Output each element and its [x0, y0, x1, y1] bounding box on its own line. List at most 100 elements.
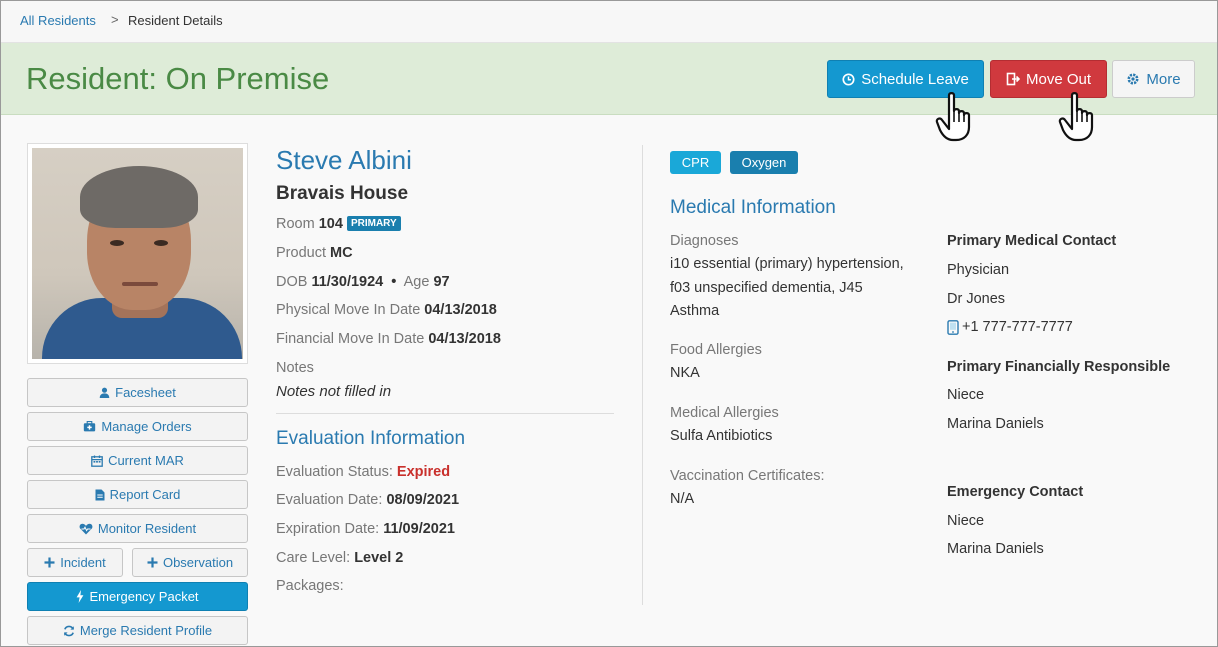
merge-resident-profile-button[interactable]: Merge Resident Profile	[27, 616, 248, 645]
dob-row: DOB 11/30/1924 • Age 97	[276, 274, 450, 290]
product-label: Product	[276, 245, 326, 261]
room-value: 104	[318, 216, 343, 232]
care-level-value: Level 2	[354, 550, 404, 566]
more-label: More	[1146, 70, 1181, 88]
house-name: Bravais House	[276, 183, 409, 204]
hand-cursor-icon	[935, 92, 971, 142]
emergency-packet-button[interactable]: Emergency Packet	[27, 582, 248, 611]
current-mar-label: Current MAR	[108, 453, 184, 468]
primary-financial-role: Niece	[947, 387, 985, 403]
evaluation-heading: Evaluation Information	[276, 428, 466, 449]
observation-button[interactable]: Observation	[132, 548, 248, 577]
medical-heading: Medical Information	[670, 197, 836, 218]
vaccination-value: N/A	[670, 491, 695, 507]
care-level-label: Care Level:	[276, 550, 351, 566]
more-button[interactable]: More	[1112, 60, 1195, 98]
current-mar-button[interactable]: Current MAR	[27, 446, 248, 475]
primary-medical-name: Dr Jones	[947, 291, 1006, 307]
dob-label: DOB	[276, 274, 308, 290]
status-banner: Resident: On Premise Schedule Leave Move…	[1, 43, 1217, 115]
plus-icon	[44, 557, 55, 568]
physical-move-in-label: Physical Move In Date	[276, 302, 421, 318]
clock-icon	[842, 72, 855, 86]
resident-photo-image	[32, 148, 243, 359]
medkit-icon	[84, 421, 96, 432]
bolt-icon	[77, 590, 84, 603]
primary-financial-name: Marina Daniels	[947, 416, 1044, 432]
diagnoses-line-2: f03 unspecified dementia, J45	[670, 280, 863, 296]
emergency-packet-label: Emergency Packet	[89, 589, 199, 604]
vaccination-label: Vaccination Certificates:	[670, 468, 825, 484]
oxygen-tag: Oxygen	[730, 151, 798, 174]
monitor-resident-button[interactable]: Monitor Resident	[27, 514, 248, 543]
expiration-date-label: Expiration Date:	[276, 521, 380, 537]
financial-move-in-row: Financial Move In Date 04/13/2018	[276, 331, 501, 347]
monitor-resident-label: Monitor Resident	[97, 521, 197, 536]
primary-medical-phone-row[interactable]: +1 777-777-7777	[947, 319, 1073, 335]
diagnoses-line-1: i10 essential (primary) hypertension,	[670, 256, 904, 272]
physical-move-in-value: 04/13/2018	[424, 302, 497, 318]
dob-value: 11/30/1924	[311, 274, 384, 290]
evaluation-date-value: 08/09/2021	[386, 492, 460, 508]
expiration-date-value: 11/09/2021	[383, 521, 455, 537]
room-row: Room 104 PRIMARY	[276, 216, 401, 232]
incident-label: Incident	[60, 555, 106, 570]
refresh-icon	[63, 625, 74, 636]
move-out-label: Move Out	[1025, 70, 1092, 88]
product-value: MC	[330, 245, 353, 261]
hand-cursor-icon	[1058, 92, 1094, 142]
physical-move-in-row: Physical Move In Date 04/13/2018	[276, 302, 497, 318]
observation-label: Observation	[162, 555, 234, 570]
evaluation-status-row: Evaluation Status: Expired	[276, 464, 450, 480]
page-title: Resident: On Premise	[26, 61, 330, 96]
report-card-button[interactable]: Report Card	[27, 480, 248, 509]
facesheet-label: Facesheet	[115, 385, 176, 400]
primary-medical-phone: +1 777-777-7777	[962, 319, 1073, 335]
age-label: Age	[403, 274, 430, 290]
plus-icon	[147, 557, 158, 568]
food-allergies-label: Food Allergies	[670, 342, 762, 358]
care-level-row: Care Level: Level 2	[276, 550, 403, 566]
sign-out-icon	[1006, 72, 1020, 86]
primary-medical-contact-heading: Primary Medical Contact	[947, 233, 1117, 249]
incident-button[interactable]: Incident	[27, 548, 123, 577]
food-allergies-value: NKA	[670, 365, 700, 381]
diagnoses-line-3: Asthma	[670, 303, 720, 319]
breadcrumb-all-residents-link[interactable]: All Residents	[20, 13, 96, 28]
room-label: Room	[276, 216, 315, 232]
diagnoses-label: Diagnoses	[670, 233, 739, 249]
product-row: Product MC	[276, 245, 353, 261]
evaluation-date-row: Evaluation Date: 08/09/2021	[276, 492, 459, 508]
medical-allergies-label: Medical Allergies	[670, 405, 779, 421]
emergency-contact-heading: Emergency Contact	[947, 484, 1084, 500]
cpr-tag: CPR	[670, 151, 721, 174]
schedule-leave-label: Schedule Leave	[861, 70, 969, 88]
document-icon	[95, 489, 105, 500]
column-divider	[642, 145, 643, 605]
breadcrumb: All Residents > Resident Details	[1, 1, 1217, 43]
breadcrumb-current: Resident Details	[128, 13, 223, 28]
financial-move-in-value: 04/13/2018	[428, 331, 501, 347]
age-value: 97	[433, 274, 450, 290]
report-card-label: Report Card	[109, 487, 181, 502]
heartbeat-icon	[79, 523, 93, 534]
room-primary-badge: PRIMARY	[346, 216, 401, 231]
resident-photo	[27, 143, 248, 364]
packages-label: Packages:	[276, 578, 344, 594]
section-divider	[276, 413, 614, 414]
manage-orders-button[interactable]: Manage Orders	[27, 412, 248, 441]
merge-resident-profile-label: Merge Resident Profile	[79, 623, 213, 638]
emergency-contact-role: Niece	[947, 513, 985, 529]
manage-orders-label: Manage Orders	[101, 419, 192, 434]
breadcrumb-separator: >	[111, 12, 119, 27]
dob-separator-dot: •	[387, 274, 401, 290]
evaluation-date-label: Evaluation Date:	[276, 492, 383, 508]
expiration-date-row: Expiration Date: 11/09/2021	[276, 521, 455, 537]
medical-allergies-value: Sulfa Antibiotics	[670, 428, 773, 444]
phone-icon	[947, 319, 959, 335]
resident-name: Steve Albini	[276, 145, 412, 175]
primary-medical-role: Physician	[947, 262, 1010, 278]
gear-icon	[1127, 73, 1139, 85]
resident-details-panel: Facesheet Manage Orders Current MAR Repo…	[1, 115, 1217, 646]
facesheet-button[interactable]: Facesheet	[27, 378, 248, 407]
